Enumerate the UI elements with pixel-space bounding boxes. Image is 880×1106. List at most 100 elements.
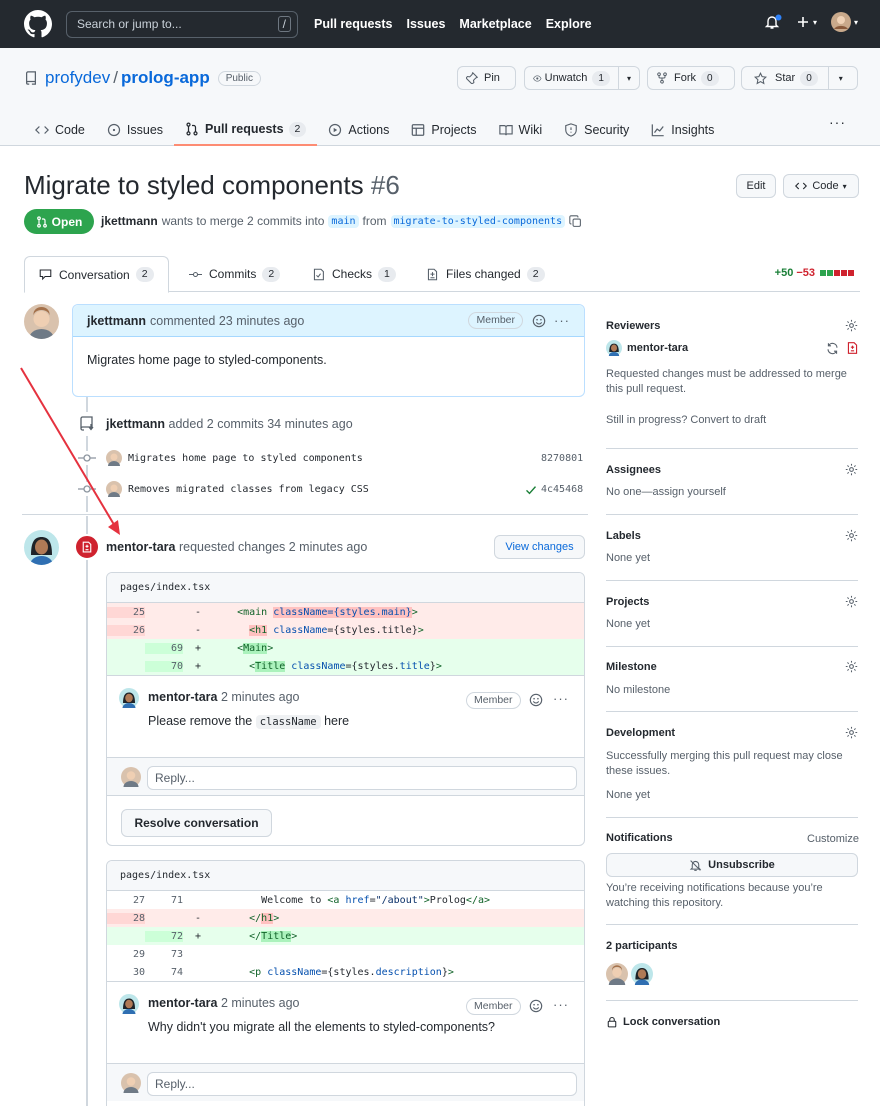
- tab-issues[interactable]: Issues: [96, 114, 174, 146]
- projects-heading[interactable]: Projects: [606, 596, 649, 608]
- commit-sha-link[interactable]: 4c45468: [541, 484, 583, 495]
- comment-time[interactable]: 2 minutes ago: [221, 690, 300, 704]
- reply-input[interactable]: Reply...: [147, 1072, 577, 1096]
- comment-time[interactable]: 2 minutes ago: [221, 996, 300, 1010]
- code-dropdown-button[interactable]: Code ▾: [783, 174, 859, 198]
- chevron-down-icon[interactable]: ▾: [827, 67, 843, 89]
- customize-link[interactable]: Customize: [807, 832, 859, 847]
- reply-input[interactable]: Reply...: [147, 766, 577, 790]
- head-branch[interactable]: migrate-to-styled-components: [390, 214, 566, 228]
- reviewers-heading[interactable]: Reviewers: [606, 320, 660, 332]
- view-changes-button[interactable]: View changes: [494, 535, 585, 559]
- github-logo-icon[interactable]: [24, 10, 52, 38]
- old-line-number: 29: [132, 948, 145, 960]
- labels-heading[interactable]: Labels: [606, 530, 641, 542]
- diff-sign: +: [194, 930, 202, 942]
- star-button[interactable]: Star 0 ▾: [741, 66, 858, 90]
- repo-name-link[interactable]: prolog-app: [121, 68, 210, 88]
- commit-message-link[interactable]: Migrates home page to styled components: [128, 453, 363, 464]
- more-tabs-icon[interactable]: ···: [829, 114, 846, 130]
- search-placeholder: Search or jump to...: [77, 17, 182, 31]
- pr-meta-text: wants to merge 2 commits into: [161, 214, 325, 228]
- avatar[interactable]: [24, 530, 59, 565]
- tab-actions[interactable]: Actions: [317, 114, 400, 146]
- mentor-tara-avatar-icon[interactable]: [119, 688, 139, 708]
- gear-icon[interactable]: [845, 463, 858, 476]
- code-label: Code: [812, 180, 839, 192]
- commit-sha-link[interactable]: 8270801: [541, 453, 583, 464]
- pr-author-link[interactable]: jkettmann: [101, 214, 158, 228]
- avatar[interactable]: [24, 304, 59, 339]
- global-header: Search or jump to... / Pull requests Iss…: [0, 0, 880, 48]
- tab-security[interactable]: Security: [553, 114, 640, 146]
- tab-wiki[interactable]: Wiki: [488, 114, 554, 146]
- thread-file-name[interactable]: pages/index.tsx: [107, 861, 584, 891]
- thread-file-name[interactable]: pages/index.tsx: [107, 573, 584, 603]
- nav-marketplace[interactable]: Marketplace: [459, 17, 531, 31]
- participant-avatar-jkettmann-icon[interactable]: [606, 963, 628, 985]
- gear-icon[interactable]: [845, 595, 858, 608]
- review-author-link[interactable]: mentor-tara: [106, 540, 175, 554]
- pin-button[interactable]: Pin: [457, 66, 516, 90]
- star-label: Star: [775, 72, 796, 84]
- gear-icon[interactable]: [845, 529, 858, 542]
- tab-checks[interactable]: Checks 1: [312, 256, 396, 292]
- kebab-menu-icon[interactable]: ···: [554, 313, 570, 328]
- nav-issues[interactable]: Issues: [407, 17, 446, 31]
- tab-code[interactable]: Code: [24, 114, 96, 146]
- commits-event-text: jkettmann added 2 commits 34 minutes ago: [106, 417, 353, 431]
- reviewer-row[interactable]: mentor-tara: [606, 340, 688, 356]
- nav-pull-requests[interactable]: Pull requests: [314, 17, 393, 31]
- smiley-icon[interactable]: [529, 693, 543, 707]
- notifications-button[interactable]: [764, 14, 782, 30]
- base-branch[interactable]: main: [328, 214, 359, 228]
- watch-button[interactable]: Unwatch 1 ▾: [524, 66, 640, 90]
- create-new-button[interactable]: ▾: [796, 15, 817, 29]
- comment-author-link[interactable]: jkettmann: [87, 314, 146, 328]
- convert-to-draft-link[interactable]: Still in progress? Convert to draft: [606, 413, 856, 428]
- sync-icon[interactable]: [826, 342, 839, 355]
- tab-pull-requests[interactable]: Pull requests 2: [174, 114, 318, 146]
- tab-commits[interactable]: Commits 2: [189, 256, 281, 292]
- milestone-heading[interactable]: Milestone: [606, 661, 657, 673]
- event-author-link[interactable]: jkettmann: [106, 417, 165, 431]
- comment-author-link[interactable]: mentor-tara: [148, 996, 217, 1010]
- comment-time[interactable]: commented 23 minutes ago: [150, 314, 304, 328]
- participant-avatar-mentor-tara-icon[interactable]: [631, 963, 653, 985]
- review-action[interactable]: requested changes 2 minutes ago: [179, 540, 367, 554]
- additions-count: +50: [774, 267, 794, 279]
- gear-icon[interactable]: [845, 726, 858, 739]
- commit-icon: [78, 482, 96, 496]
- kebab-menu-icon[interactable]: ···: [553, 691, 569, 706]
- gear-icon[interactable]: [845, 660, 858, 673]
- development-heading[interactable]: Development: [606, 727, 675, 739]
- fork-button[interactable]: Fork 0: [647, 66, 735, 90]
- repo-owner-link[interactable]: profydev: [45, 68, 110, 88]
- search-input[interactable]: Search or jump to... /: [66, 10, 298, 38]
- copy-icon[interactable]: [569, 214, 582, 228]
- gear-icon[interactable]: [845, 319, 858, 332]
- tab-projects[interactable]: Projects: [400, 114, 487, 146]
- assign-yourself-link[interactable]: No one—assign yourself: [606, 485, 856, 500]
- nav-explore[interactable]: Explore: [546, 17, 592, 31]
- chevron-down-icon[interactable]: ▾: [617, 67, 631, 89]
- user-menu-button[interactable]: ▾: [830, 12, 858, 32]
- smiley-icon[interactable]: [529, 999, 543, 1013]
- tab-files-changed[interactable]: Files changed 2: [426, 256, 545, 292]
- mentor-tara-avatar-icon[interactable]: [119, 994, 139, 1014]
- commit-message-link[interactable]: Removes migrated classes from legacy CSS: [128, 484, 369, 495]
- smiley-icon[interactable]: [532, 314, 546, 328]
- lock-conversation-link[interactable]: Lock conversation: [606, 1016, 720, 1028]
- kebab-menu-icon[interactable]: ···: [553, 997, 569, 1012]
- old-line-number: 25: [107, 606, 145, 618]
- diff-sign: +: [194, 642, 202, 654]
- comment-author-link[interactable]: mentor-tara: [148, 690, 217, 704]
- check-icon[interactable]: [525, 484, 537, 496]
- assignees-heading[interactable]: Assignees: [606, 464, 661, 476]
- tab-label: Conversation: [59, 267, 130, 282]
- resolve-conversation-button[interactable]: Resolve conversation: [121, 809, 272, 837]
- tab-insights[interactable]: Insights: [640, 114, 725, 146]
- unsubscribe-button[interactable]: Unsubscribe: [606, 853, 858, 877]
- edit-title-button[interactable]: Edit: [736, 174, 776, 198]
- tab-conversation[interactable]: Conversation 2: [24, 256, 169, 293]
